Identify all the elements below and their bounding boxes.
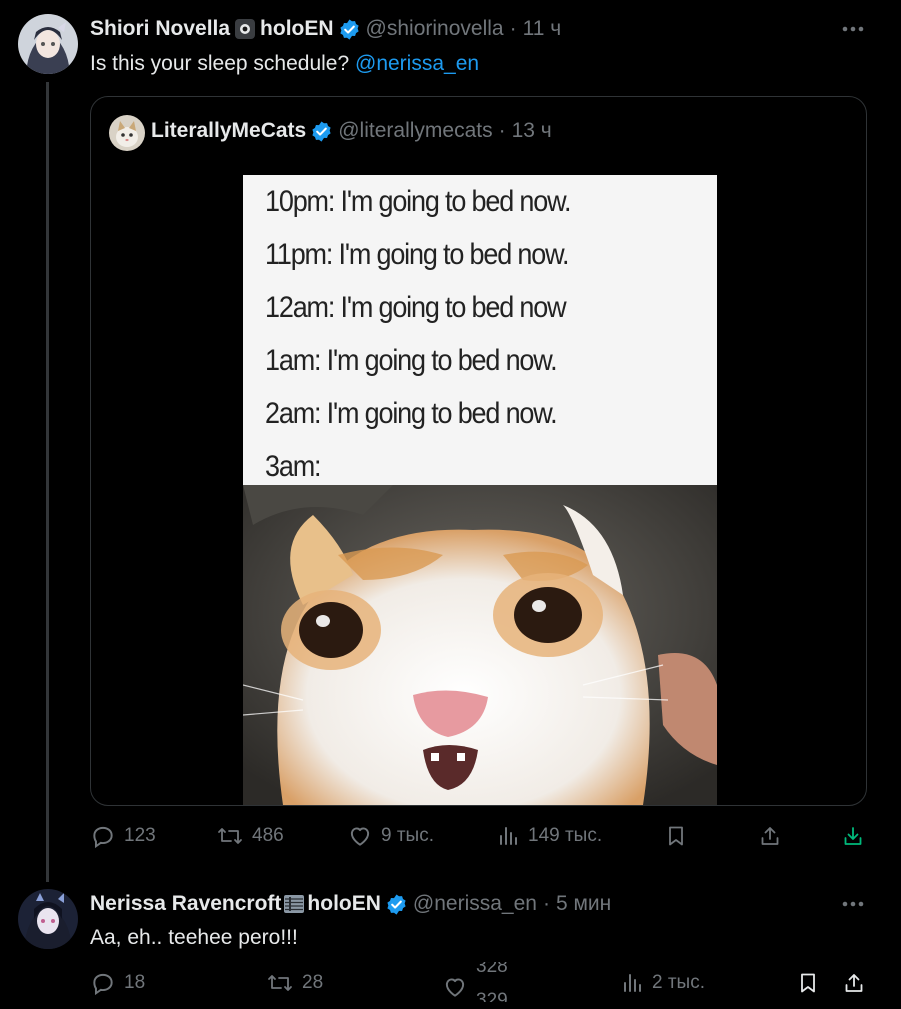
repost-count: 486 xyxy=(252,825,284,846)
like-count-animated: 328 329 xyxy=(476,962,516,1002)
tweet-actions: 123 486 9 тыс. 149 тыс. xyxy=(90,823,870,863)
tweet-time[interactable]: 5 мин xyxy=(556,892,611,916)
tweet-header: Nerissa Ravencroft holoEN @nerissa_en · … xyxy=(90,892,611,916)
tweet-shiori[interactable]: Shiori Novella holoEN @shiorinovella · 1… xyxy=(0,0,901,882)
author-affiliation[interactable]: holoEN xyxy=(260,17,334,41)
thread-line xyxy=(46,82,49,882)
heart-icon xyxy=(350,827,370,846)
more-options-icon[interactable] xyxy=(838,894,868,914)
reply-count: 123 xyxy=(124,825,156,846)
views-icon xyxy=(624,974,641,992)
author-handle[interactable]: @nerissa_en xyxy=(413,892,537,916)
author-name[interactable]: Nerissa Ravencroft xyxy=(90,892,281,916)
bookmark-button[interactable] xyxy=(796,970,820,996)
views-icon xyxy=(500,827,517,845)
bookmark-icon xyxy=(669,826,683,846)
reply-icon xyxy=(93,826,113,849)
quoted-tweet-image[interactable]: 10pm: I'm going to bed now. 11pm: I'm go… xyxy=(243,175,717,805)
reply-button[interactable]: 123 xyxy=(90,823,156,849)
verified-badge-icon[interactable] xyxy=(338,18,361,41)
like-button[interactable]: 328 329 xyxy=(442,962,516,1002)
cat-photo xyxy=(243,485,717,805)
avatar-shiori[interactable] xyxy=(18,14,78,74)
like-count: 9 тыс. xyxy=(381,825,434,846)
download-button[interactable] xyxy=(841,823,865,849)
tweet-time[interactable]: 11 ч xyxy=(523,17,562,41)
reply-count: 18 xyxy=(124,972,146,993)
music-score-emoji-icon xyxy=(283,893,305,915)
like-button[interactable]: 9 тыс. xyxy=(347,823,434,849)
reply-icon xyxy=(93,973,113,996)
tweet-header: Shiori Novella holoEN @shiorinovella · 1… xyxy=(90,17,561,41)
quoted-tweet[interactable]: LiterallyMeCats @literallymecats · 13 ч … xyxy=(90,96,867,806)
verified-badge-icon[interactable] xyxy=(310,120,333,143)
tweet-text: Aa, eh.. teehee pero!!! xyxy=(90,926,298,949)
repost-icon xyxy=(218,828,242,844)
views-count: 2 тыс. xyxy=(652,972,705,993)
share-button[interactable] xyxy=(842,970,866,996)
bookmark-icon xyxy=(801,973,815,993)
author-name[interactable]: Shiori Novella xyxy=(90,17,230,41)
meme-line: 2am: I'm going to bed now. xyxy=(265,397,558,430)
meme-text-block: 10pm: I'm going to bed now. 11pm: I'm go… xyxy=(243,175,717,485)
meme-line: 11pm: I'm going to bed now. xyxy=(265,238,569,271)
tweet-body: Aa, eh.. teehee pero!!! xyxy=(90,926,298,950)
like-count-old: 328 xyxy=(476,962,508,977)
tweet-nerissa[interactable]: Nerissa Ravencroft holoEN @nerissa_en · … xyxy=(0,880,901,1009)
separator-dot: · xyxy=(498,119,506,142)
repost-button[interactable]: 486 xyxy=(216,823,284,849)
repost-button[interactable]: 28 xyxy=(266,970,323,996)
meme-line: 1am: I'm going to bed now. xyxy=(265,344,558,377)
like-count-new: 329 xyxy=(476,990,508,1002)
views-count: 149 тыс. xyxy=(528,825,603,846)
verified-badge-icon[interactable] xyxy=(385,893,408,916)
reply-button[interactable]: 18 xyxy=(90,970,145,996)
meme-line: 12am: I'm going to bed now xyxy=(265,291,567,324)
eye-emoji-icon xyxy=(234,18,256,40)
separator-dot: · xyxy=(509,17,517,40)
author-affiliation[interactable]: holoEN xyxy=(307,892,381,916)
tweet-text: Is this your sleep schedule? xyxy=(90,52,350,75)
repost-icon xyxy=(268,975,292,991)
share-icon xyxy=(845,974,863,992)
quoted-tweet-header: LiterallyMeCats @literallymecats · 13 ч xyxy=(151,119,552,143)
quoted-tweet-time[interactable]: 13 ч xyxy=(512,119,552,143)
quoted-author-handle[interactable]: @literallymecats xyxy=(338,119,492,143)
repost-count: 28 xyxy=(302,972,324,993)
bookmark-button[interactable] xyxy=(664,823,688,849)
share-icon xyxy=(761,827,779,845)
tweet-actions: 18 28 328 329 2 тыс. xyxy=(90,962,880,1009)
share-button[interactable] xyxy=(758,823,782,849)
heart-icon xyxy=(445,978,465,997)
separator-dot: · xyxy=(542,892,550,915)
views-button[interactable]: 149 тыс. xyxy=(496,823,602,849)
author-handle[interactable]: @shiorinovella xyxy=(366,17,504,41)
more-options-icon[interactable] xyxy=(838,19,868,39)
avatar-literallymecats[interactable] xyxy=(109,115,145,151)
download-icon xyxy=(844,827,862,845)
quoted-author-name[interactable]: LiterallyMeCats xyxy=(151,119,306,143)
tweet-body: Is this your sleep schedule? @nerissa_en xyxy=(90,52,479,76)
avatar-nerissa[interactable] xyxy=(18,889,78,949)
meme-line: 10pm: I'm going to bed now. xyxy=(265,185,571,218)
mention-link[interactable]: @nerissa_en xyxy=(355,52,479,75)
views-button[interactable]: 2 тыс. xyxy=(620,970,705,996)
